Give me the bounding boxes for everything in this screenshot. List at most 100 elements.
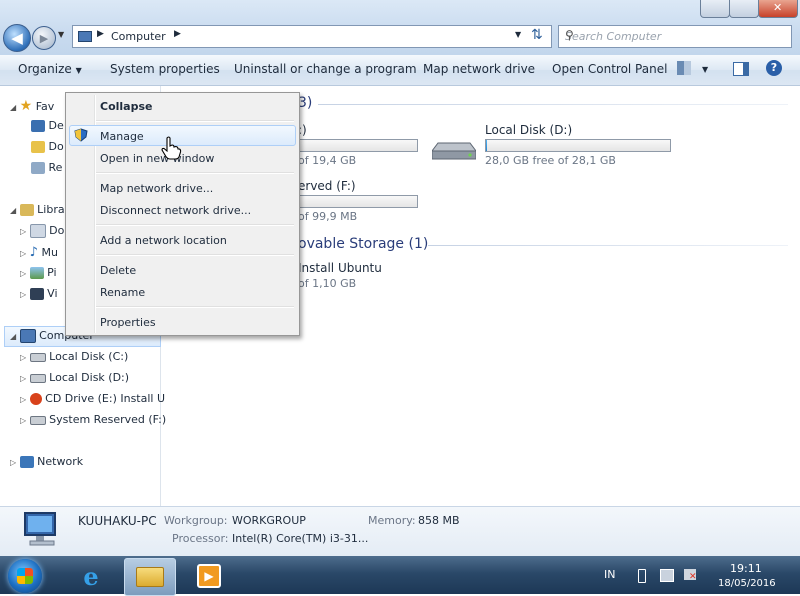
breadcrumb-computer[interactable]: Computer bbox=[111, 30, 166, 43]
cd-drive-free: of 1,10 GB bbox=[298, 277, 357, 290]
view-dropdown[interactable]: ▼ bbox=[702, 65, 708, 74]
action-center-icon[interactable] bbox=[660, 569, 674, 582]
drive-icon bbox=[29, 415, 46, 425]
drive-d-usage-fill bbox=[486, 140, 487, 151]
nav-libraries[interactable]: ◢ Libra bbox=[10, 203, 65, 216]
menu-add-network-location[interactable]: Add a network location bbox=[100, 234, 227, 247]
nav-drive-e[interactable]: ▷ CD Drive (E:) Install U bbox=[20, 392, 165, 405]
nav-fav-item-2[interactable]: Do bbox=[31, 140, 64, 153]
processor-label: Processor: bbox=[172, 532, 229, 545]
clock-time[interactable]: 19:11 bbox=[730, 562, 762, 575]
menu-open-new-window[interactable]: Open in new window bbox=[100, 152, 214, 165]
menu-separator bbox=[96, 224, 294, 226]
recent-pages-dropdown[interactable]: ▼ bbox=[58, 30, 64, 39]
pictures-icon bbox=[29, 267, 44, 279]
drive-d-name[interactable]: Local Disk (D:) bbox=[485, 123, 572, 137]
drive-f-name[interactable]: erved (F:) bbox=[298, 179, 356, 193]
cd-ubuntu-icon bbox=[29, 393, 42, 405]
nav-drive-d[interactable]: ▷ Local Disk (D:) bbox=[20, 371, 129, 384]
workgroup-label: Workgroup: bbox=[164, 514, 228, 527]
nav-drive-c[interactable]: ▷ Local Disk (C:) bbox=[20, 350, 128, 363]
menu-rename[interactable]: Rename bbox=[100, 286, 145, 299]
taskbar-internet-explorer[interactable]: e bbox=[66, 558, 116, 594]
pc-name: KUUHAKU-PC bbox=[78, 514, 157, 528]
drive-c-free: of 19,4 GB bbox=[298, 154, 357, 167]
close-button[interactable]: ✕ bbox=[758, 0, 798, 18]
media-player-icon: ▶ bbox=[197, 564, 221, 588]
explorer-icon bbox=[136, 567, 164, 587]
music-icon: ♪ bbox=[29, 245, 38, 260]
menu-properties[interactable]: Properties bbox=[100, 316, 156, 329]
preview-pane-icon[interactable] bbox=[733, 62, 749, 76]
library-icon bbox=[19, 204, 34, 216]
nav-fav-item-1[interactable]: De bbox=[31, 119, 64, 132]
memory-label: Memory: bbox=[368, 514, 416, 527]
breadcrumb-chevron-2[interactable]: ▶ bbox=[174, 29, 181, 39]
view-icon[interactable] bbox=[677, 61, 691, 75]
drive-d-usage-bar bbox=[485, 139, 671, 152]
breadcrumb-chevron[interactable]: ▶ bbox=[97, 29, 104, 39]
drive-f-usage-bar bbox=[298, 195, 418, 208]
taskbar bbox=[0, 556, 800, 594]
drive-icon bbox=[29, 373, 46, 383]
nav-fav-item-3[interactable]: Re bbox=[31, 161, 62, 174]
menu-map-network-drive[interactable]: Map network drive... bbox=[100, 182, 213, 195]
clock-date[interactable]: 18/05/2016 bbox=[718, 578, 776, 589]
workgroup-value: WORKGROUP bbox=[232, 514, 306, 527]
drive-icon[interactable] bbox=[431, 139, 477, 161]
map-network-drive-button[interactable]: Map network drive bbox=[423, 62, 535, 76]
taskbar-windows-explorer[interactable] bbox=[124, 558, 176, 596]
drive-f-free: of 99,9 MB bbox=[298, 210, 358, 223]
drive-icon bbox=[29, 352, 46, 362]
battery-icon[interactable] bbox=[638, 569, 646, 583]
language-indicator[interactable]: IN bbox=[604, 568, 615, 581]
menu-delete[interactable]: Delete bbox=[100, 264, 136, 277]
network-tray-icon[interactable]: ✕ bbox=[684, 569, 697, 582]
taskbar-media-player[interactable]: ▶ bbox=[184, 558, 234, 594]
back-button[interactable]: ◀ bbox=[3, 24, 31, 52]
shield-icon bbox=[74, 128, 88, 142]
windows-start-icon bbox=[17, 568, 33, 584]
nav-favorites[interactable]: ◢ ★ Fav bbox=[10, 98, 54, 114]
nav-drive-f[interactable]: ▷ System Reserved (F:) bbox=[20, 413, 166, 426]
address-dropdown[interactable]: ▼ bbox=[515, 30, 521, 39]
forward-arrow-icon: ▶ bbox=[39, 31, 49, 45]
menu-manage[interactable]: Manage bbox=[100, 130, 144, 143]
hand-cursor-icon bbox=[160, 136, 182, 160]
uninstall-program-button[interactable]: Uninstall or change a program bbox=[234, 62, 417, 76]
maximize-button[interactable] bbox=[729, 0, 759, 18]
search-icon: ⚲ bbox=[565, 28, 574, 42]
computer-icon bbox=[78, 31, 92, 42]
computer-icon bbox=[19, 329, 36, 343]
computer-icon bbox=[22, 510, 62, 550]
menu-disconnect-network-drive[interactable]: Disconnect network drive... bbox=[100, 204, 251, 217]
documents-icon bbox=[29, 224, 46, 238]
nav-lib-documents[interactable]: ▷ Do bbox=[20, 224, 64, 238]
menu-separator bbox=[96, 254, 294, 256]
context-menu: Collapse Manage Open in new window Map n… bbox=[65, 92, 300, 336]
ie-icon: e bbox=[83, 561, 99, 591]
removable-storage-header: ovable Storage (1) bbox=[298, 236, 429, 252]
nav-lib-pictures[interactable]: ▷ Pi bbox=[20, 266, 57, 279]
menu-separator bbox=[96, 172, 294, 174]
system-properties-button[interactable]: System properties bbox=[110, 62, 220, 76]
back-arrow-icon: ◀ bbox=[11, 29, 23, 47]
menu-collapse[interactable]: Collapse bbox=[100, 100, 152, 113]
cd-drive-name[interactable]: Install Ubuntu bbox=[298, 261, 382, 275]
address-bar[interactable]: ▶ Computer ▶ ▼ ⇅ bbox=[72, 25, 552, 48]
network-error-icon: ✕ bbox=[689, 572, 697, 582]
start-button[interactable] bbox=[8, 559, 42, 593]
help-icon[interactable]: ? bbox=[766, 60, 782, 76]
search-input[interactable]: Search Computer ⚲ bbox=[558, 25, 792, 48]
refresh-icon[interactable]: ⇅ bbox=[531, 27, 543, 43]
nav-lib-music[interactable]: ▷ ♪ Mu bbox=[20, 245, 58, 260]
drive-d-free: 28,0 GB free of 28,1 GB bbox=[485, 154, 616, 167]
drive-c-usage-bar bbox=[298, 139, 418, 152]
network-icon bbox=[19, 456, 34, 468]
forward-button[interactable]: ▶ bbox=[32, 26, 56, 50]
organize-button[interactable]: Organize ▼ bbox=[18, 62, 82, 76]
nav-network[interactable]: ▷ Network bbox=[10, 455, 83, 468]
minimize-button[interactable] bbox=[700, 0, 730, 18]
open-control-panel-button[interactable]: Open Control Panel bbox=[552, 62, 667, 76]
nav-lib-videos[interactable]: ▷ Vi bbox=[20, 287, 58, 300]
